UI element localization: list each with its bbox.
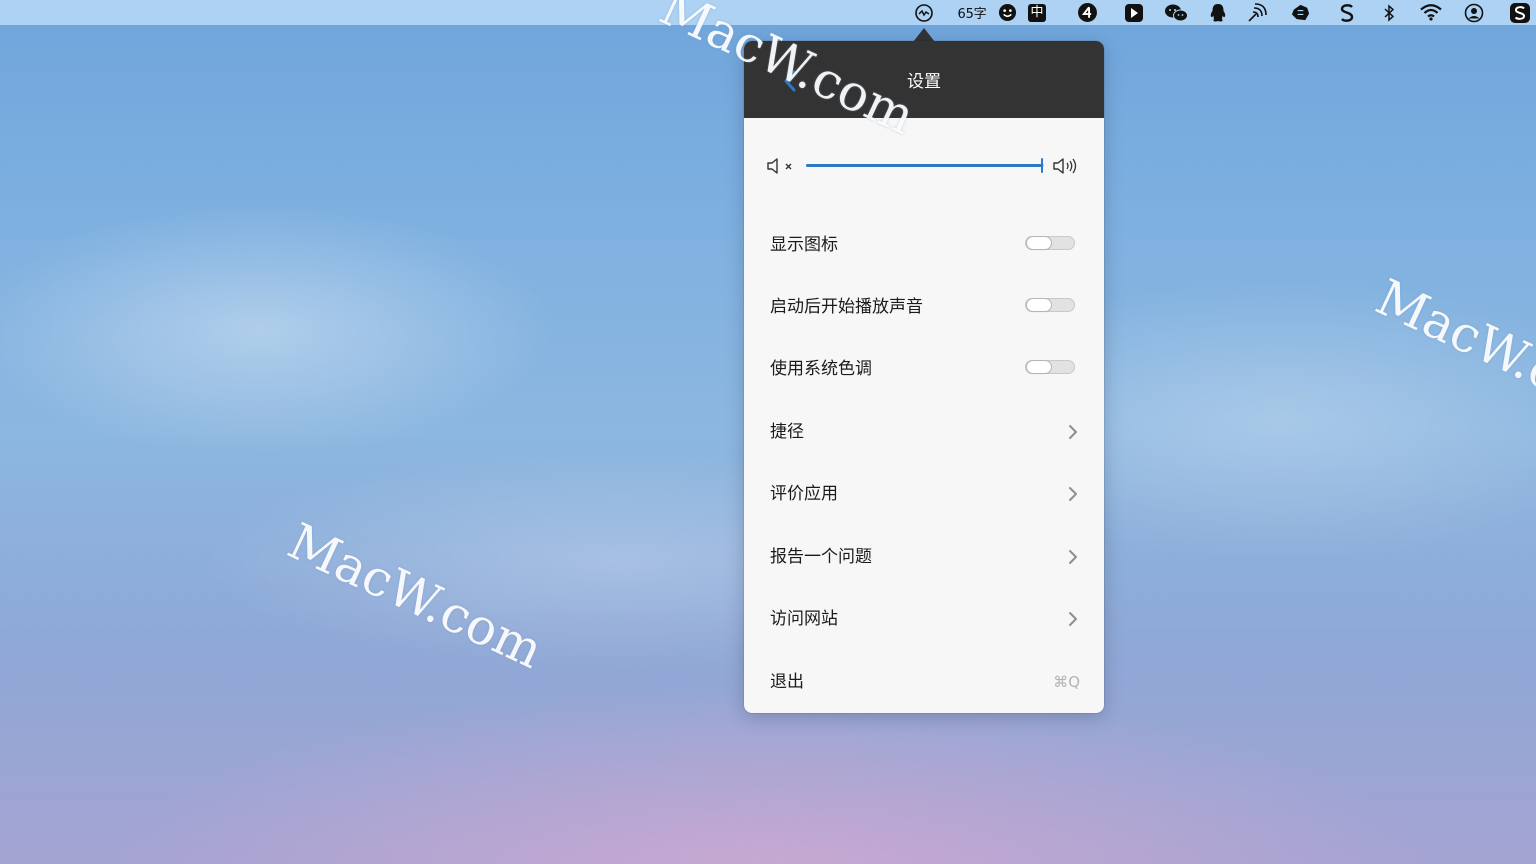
chevron-right-icon (1069, 425, 1077, 439)
menu-item-label: 退出 (770, 672, 804, 692)
menu-item-label: 评价应用 (770, 484, 838, 504)
toggle-label: 显示图标 (770, 235, 838, 255)
toggle-row-play-on-launch[interactable]: 启动后开始播放声音 (744, 283, 1104, 331)
wifi-icon[interactable] (1418, 0, 1444, 25)
app-icon[interactable] (1288, 0, 1312, 25)
menu-item-rate-app[interactable]: 评价应用 (744, 470, 1104, 518)
wechat-icon[interactable] (1162, 0, 1190, 25)
smiley-icon[interactable] (996, 0, 1018, 25)
volume-max-icon[interactable] (1052, 156, 1082, 180)
menu-item-quit[interactable]: 退出 ⌘Q (744, 658, 1104, 706)
s-app-icon[interactable] (1337, 0, 1357, 25)
toggle-row-system-accent[interactable]: 使用系统色调 (744, 345, 1104, 393)
toggle-label: 启动后开始播放声音 (770, 297, 923, 317)
user-icon[interactable] (1462, 0, 1486, 25)
quit-shortcut: ⌘Q (1053, 673, 1080, 691)
menu-item-visit-website[interactable]: 访问网站 (744, 595, 1104, 643)
volume-slider-handle[interactable] (1041, 158, 1043, 173)
show-icon-toggle[interactable] (1025, 236, 1075, 250)
toggle-knob (1027, 237, 1051, 249)
toggle-label: 使用系统色调 (770, 359, 872, 379)
menu-item-label: 访问网站 (770, 609, 838, 629)
qq-icon[interactable] (1207, 0, 1229, 25)
volume-mute-icon[interactable] (766, 156, 796, 180)
chevron-right-icon (1069, 550, 1077, 564)
s-square-app-icon[interactable] (1507, 0, 1533, 25)
watermark: MacW.c (1367, 268, 1536, 404)
menu-item-label: 捷径 (770, 422, 804, 442)
settings-popover: 设置 显示图标 启动后开始播放声音 使用系统色调 捷径 评价应用 报告一个问题 (744, 41, 1104, 713)
bluetooth-icon[interactable] (1380, 0, 1398, 25)
activity-monitor-icon[interactable] (912, 0, 936, 25)
airdrop-icon[interactable] (1245, 0, 1269, 25)
volume-slider-fill (806, 164, 1042, 167)
play-on-launch-toggle[interactable] (1025, 298, 1075, 312)
input-method-zh-icon[interactable]: 中 (1026, 0, 1048, 25)
system-accent-toggle[interactable] (1025, 360, 1075, 374)
toggle-knob (1027, 361, 1051, 373)
menu-item-shortcuts[interactable]: 捷径 (744, 408, 1104, 456)
volume-control (744, 148, 1104, 184)
popover-arrow (913, 28, 935, 42)
toggle-row-show-icon[interactable]: 显示图标 (744, 221, 1104, 269)
menu-item-report-issue[interactable]: 报告一个问题 (744, 533, 1104, 581)
volume-slider[interactable] (806, 158, 1044, 173)
chevron-right-icon (1069, 612, 1077, 626)
input-method-label: 中 (1028, 3, 1046, 22)
word-count-status[interactable]: 65字 (952, 0, 992, 25)
toggle-knob (1027, 299, 1051, 311)
menu-item-label: 报告一个问题 (770, 547, 872, 567)
play-app-icon[interactable] (1122, 0, 1146, 25)
chevron-right-icon (1069, 487, 1077, 501)
watermark: MacW.com (279, 512, 552, 680)
number-4-icon[interactable] (1075, 0, 1099, 25)
